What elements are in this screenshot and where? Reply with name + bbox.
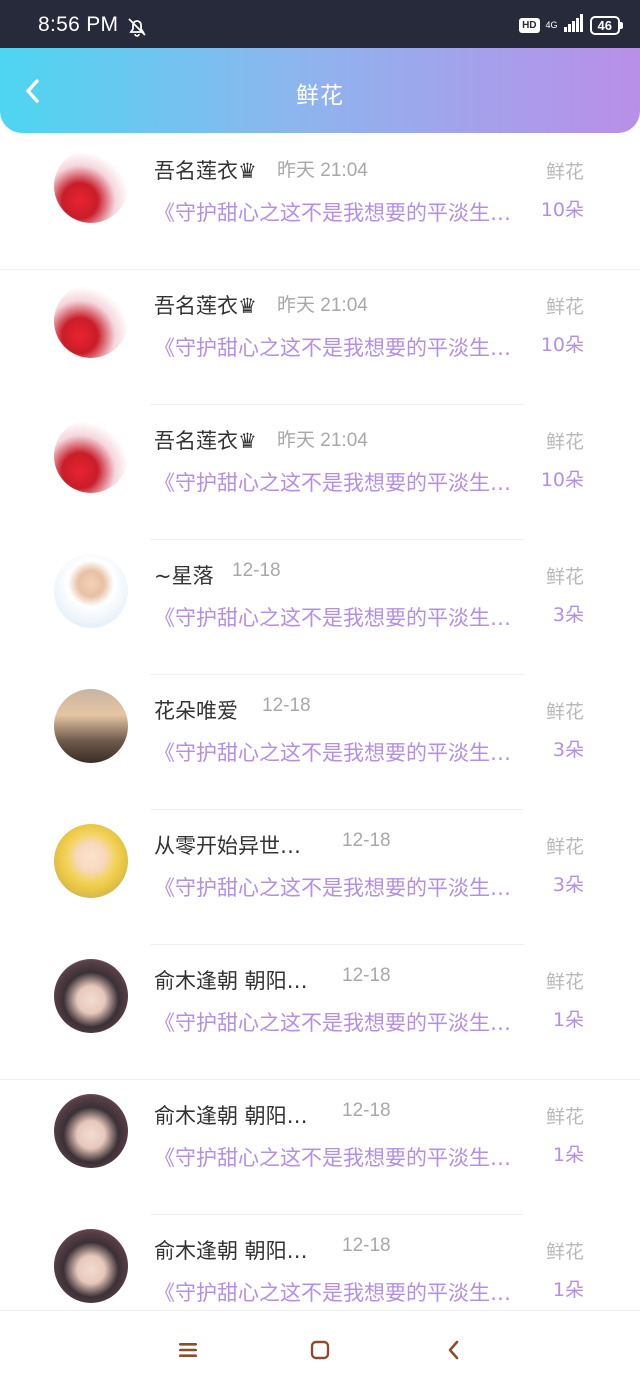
timestamp: 12-18 [342, 1100, 391, 1121]
avatar[interactable] [54, 689, 128, 763]
list-item[interactable]: 吾名莲衣♛ 昨天 21:04 《守护甜心之这不是我想要的平淡生活》 鲜花 10朵 [0, 135, 640, 270]
list-item[interactable]: 俞木逢朝 朝阳… 12-18 《守护甜心之这不是我想要的平淡生活》 鲜花 1朵 [0, 1080, 640, 1215]
gift-type: 鲜花 [545, 566, 584, 588]
timestamp: 12-18 [342, 965, 391, 986]
gift-count: 10朵 [540, 469, 584, 491]
list-item[interactable]: 从零开始异世… 12-18 《守护甜心之这不是我想要的平淡生活》 鲜花 3朵 [0, 810, 640, 945]
user-name: 从零开始异世… [154, 834, 301, 858]
battery-indicator: 46 [589, 15, 624, 35]
gift-count: 10朵 [540, 199, 584, 221]
gift-count: 3朵 [552, 604, 584, 626]
gift-type: 鲜花 [545, 431, 584, 453]
list-item[interactable]: 花朵唯爱 12-18 《守护甜心之这不是我想要的平淡生活》 鲜花 3朵 [0, 675, 640, 810]
gift-type: 鲜花 [545, 1241, 584, 1263]
book-title[interactable]: 《守护甜心之这不是我想要的平淡生活》 [154, 872, 530, 902]
signal-icon [563, 14, 584, 36]
list-item[interactable]: 俞木逢朝 朝阳… 12-18 《守护甜心之这不是我想要的平淡生活》 鲜花 1朵 [0, 1215, 640, 1310]
status-bar: 8:56 PM HD 4G 46 [0, 0, 640, 48]
list-item[interactable]: 吾名莲衣♛ 昨天 21:04 《守护甜心之这不是我想要的平淡生活》 鲜花 10朵 [0, 270, 640, 405]
flower-record-list: 吾名莲衣♛ 昨天 21:04 《守护甜心之这不是我想要的平淡生活》 鲜花 10朵… [0, 133, 640, 1310]
book-title[interactable]: 《守护甜心之这不是我想要的平淡生活》 [154, 737, 530, 767]
avatar[interactable] [54, 284, 128, 358]
gift-count: 1朵 [552, 1279, 584, 1301]
home-icon [310, 1340, 330, 1360]
book-title[interactable]: 《守护甜心之这不是我想要的平淡生活》 [154, 1142, 530, 1172]
gift-count: 1朵 [552, 1144, 584, 1166]
home-button[interactable] [307, 1337, 333, 1363]
book-title[interactable]: 《守护甜心之这不是我想要的平淡生活》 [154, 467, 530, 497]
book-title[interactable]: 《守护甜心之这不是我想要的平淡生活》 [154, 602, 530, 632]
gift-count: 3朵 [552, 739, 584, 761]
user-name: ~星落 [154, 564, 214, 588]
book-title[interactable]: 《守护甜心之这不是我想要的平淡生活》 [154, 332, 530, 362]
nav-back-button[interactable] [441, 1337, 467, 1363]
user-name: 吾名莲衣♛ [154, 294, 257, 318]
page-title: 鲜花 [296, 83, 344, 109]
avatar[interactable] [54, 1094, 128, 1168]
timestamp: 12-18 [342, 1235, 391, 1256]
hd-badge: HD [519, 17, 540, 33]
book-title[interactable]: 《守护甜心之这不是我想要的平淡生活》 [154, 1007, 530, 1037]
timestamp: 昨天 21:04 [277, 430, 368, 451]
list-item[interactable]: 俞木逢朝 朝阳… 12-18 《守护甜心之这不是我想要的平淡生活》 鲜花 1朵 [0, 945, 640, 1080]
gift-type: 鲜花 [545, 1106, 584, 1128]
user-name: 花朵唯爱 [154, 699, 238, 723]
timestamp: 昨天 21:04 [277, 295, 368, 316]
network-type: 4G [545, 19, 558, 30]
gift-type: 鲜花 [545, 701, 584, 723]
timestamp: 12-18 [342, 830, 391, 851]
user-name: 俞木逢朝 朝阳… [154, 969, 308, 993]
avatar[interactable] [54, 554, 128, 628]
user-name: 吾名莲衣♛ [154, 159, 257, 183]
user-name: 俞木逢朝 朝阳… [154, 1239, 308, 1263]
timestamp: 12-18 [262, 695, 311, 716]
avatar[interactable] [54, 824, 128, 898]
gift-type: 鲜花 [545, 161, 584, 183]
menu-button[interactable] [175, 1337, 201, 1363]
app-header: 鲜花 [0, 48, 640, 133]
list-item[interactable]: 吾名莲衣♛ 昨天 21:04 《守护甜心之这不是我想要的平淡生活》 鲜花 10朵 [0, 405, 640, 540]
avatar[interactable] [54, 149, 128, 223]
timestamp: 昨天 21:04 [277, 160, 368, 181]
gift-type: 鲜花 [545, 971, 584, 993]
avatar[interactable] [54, 1229, 128, 1303]
system-nav-bar [0, 1310, 640, 1388]
bell-muted-icon [126, 16, 148, 38]
gift-count: 10朵 [540, 334, 584, 356]
avatar[interactable] [54, 419, 128, 493]
list-item[interactable]: ~星落 12-18 《守护甜心之这不是我想要的平淡生活》 鲜花 3朵 [0, 540, 640, 675]
gift-type: 鲜花 [545, 296, 584, 318]
gift-count: 1朵 [552, 1009, 584, 1031]
timestamp: 12-18 [232, 560, 281, 581]
back-icon [448, 1340, 459, 1360]
user-name: 吾名莲衣♛ [154, 429, 257, 453]
gift-count: 3朵 [552, 874, 584, 896]
user-name: 俞木逢朝 朝阳… [154, 1104, 308, 1128]
gift-type: 鲜花 [545, 836, 584, 858]
avatar[interactable] [54, 959, 128, 1033]
menu-icon [179, 1343, 197, 1357]
book-title[interactable]: 《守护甜心之这不是我想要的平淡生活》 [154, 197, 530, 227]
status-time: 8:56 PM [38, 13, 119, 36]
book-title[interactable]: 《守护甜心之这不是我想要的平淡生活》 [154, 1277, 530, 1307]
